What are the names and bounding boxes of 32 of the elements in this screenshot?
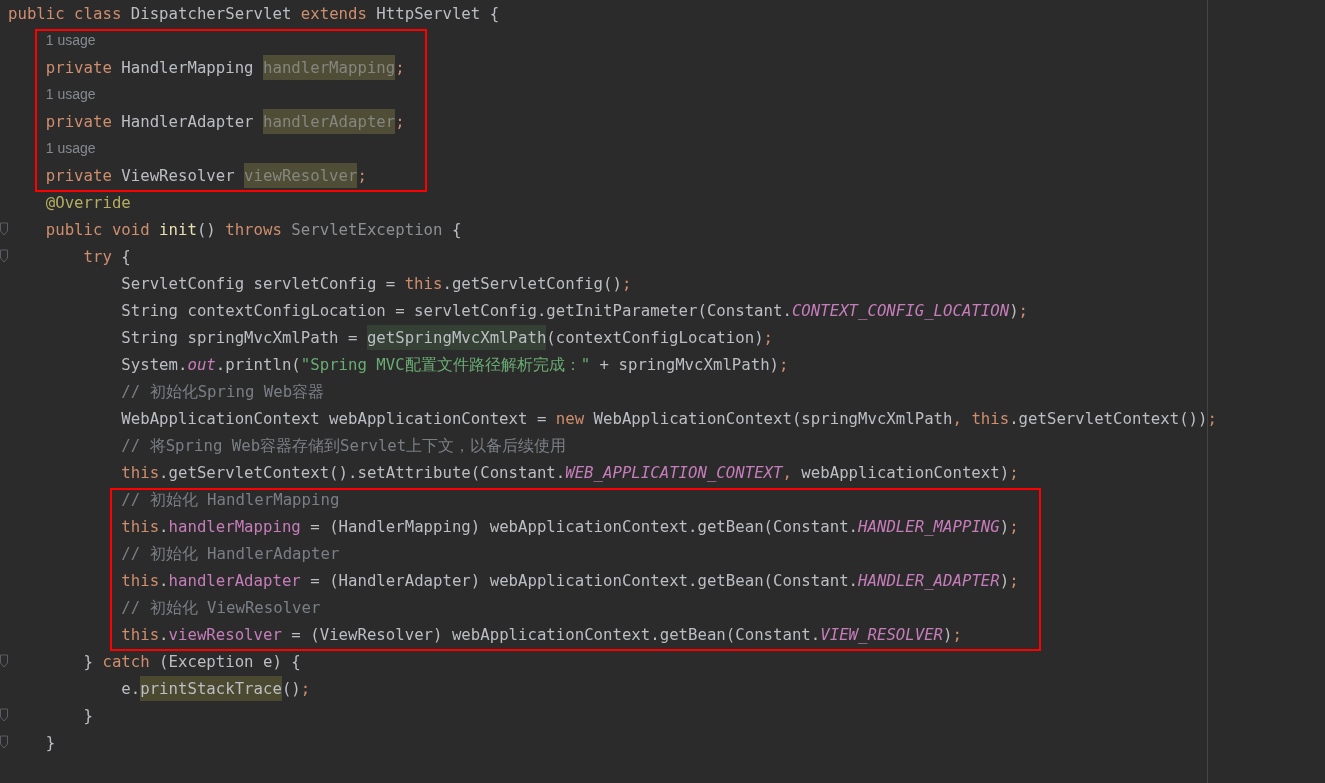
code-line: ServletConfig servletConfig = this.getServletConfig(); (121, 272, 632, 295)
code-line: // 初始化Spring Web容器 (121, 380, 325, 403)
code-line: this.handlerMapping = (HandlerMapping) webApplicationContext.getBean(Constant.HANDLER_MAPPING); (121, 515, 1019, 538)
fold-icon[interactable] (0, 654, 9, 668)
code-line: WebApplicationContext webApplicationContext = new WebApplicationContext(springMvcXmlPath, this.getServletContext()); (121, 407, 1217, 430)
code-line: } (83, 704, 93, 727)
code-line: System.out.println("Spring MVC配置文件路径解析完成：" + springMvcXmlPath); (121, 353, 789, 376)
usage-hint[interactable]: 1 usage (45, 30, 96, 51)
code-line: private ViewResolver viewResolver; (45, 163, 367, 188)
code-line: this.getServletContext().setAttribute(Constant.WEB_APPLICATION_CONTEXT, webApplicationContext); (121, 461, 1019, 484)
code-line: this.handlerAdapter = (HandlerAdapter) webApplicationContext.getBean(Constant.HANDLER_ADAPTER); (121, 569, 1019, 592)
code-line: private HandlerMapping handlerMapping; (45, 55, 405, 80)
code-line: String springMvcXmlPath = getSpringMvcXmlPath(contextConfigLocation); (121, 325, 774, 350)
fold-icon[interactable] (0, 222, 9, 236)
fold-icon[interactable] (0, 708, 9, 722)
fold-icon[interactable] (0, 735, 9, 749)
code-line: String contextConfigLocation = servletConfig.getInitParameter(Constant.CONTEXT_CONFIG_LOCATION); (121, 299, 1029, 322)
code-line: @Override (45, 191, 131, 214)
code-line: // 初始化 ViewResolver (121, 596, 321, 619)
code-line: this.viewResolver = (ViewResolver) webApplicationContext.getBean(Constant.VIEW_RESOLVER); (121, 623, 962, 646)
code-line: // 将Spring Web容器存储到Servlet上下文，以备后续使用 (121, 434, 567, 457)
code-line: public void init() throws ServletException { (45, 218, 462, 241)
usage-hint[interactable]: 1 usage (45, 138, 96, 159)
fold-icon[interactable] (0, 249, 9, 263)
code-line: // 初始化 HandlerMapping (121, 488, 340, 511)
code-line: } (45, 731, 56, 754)
code-line: private HandlerAdapter handlerAdapter; (45, 109, 405, 134)
usage-hint[interactable]: 1 usage (45, 84, 96, 105)
code-line: // 初始化 HandlerAdapter (121, 542, 340, 565)
code-line: } catch (Exception e) { (83, 650, 301, 673)
code-line: public class DispatcherServlet extends HttpServlet { (8, 2, 500, 25)
code-line: try { (83, 245, 131, 268)
